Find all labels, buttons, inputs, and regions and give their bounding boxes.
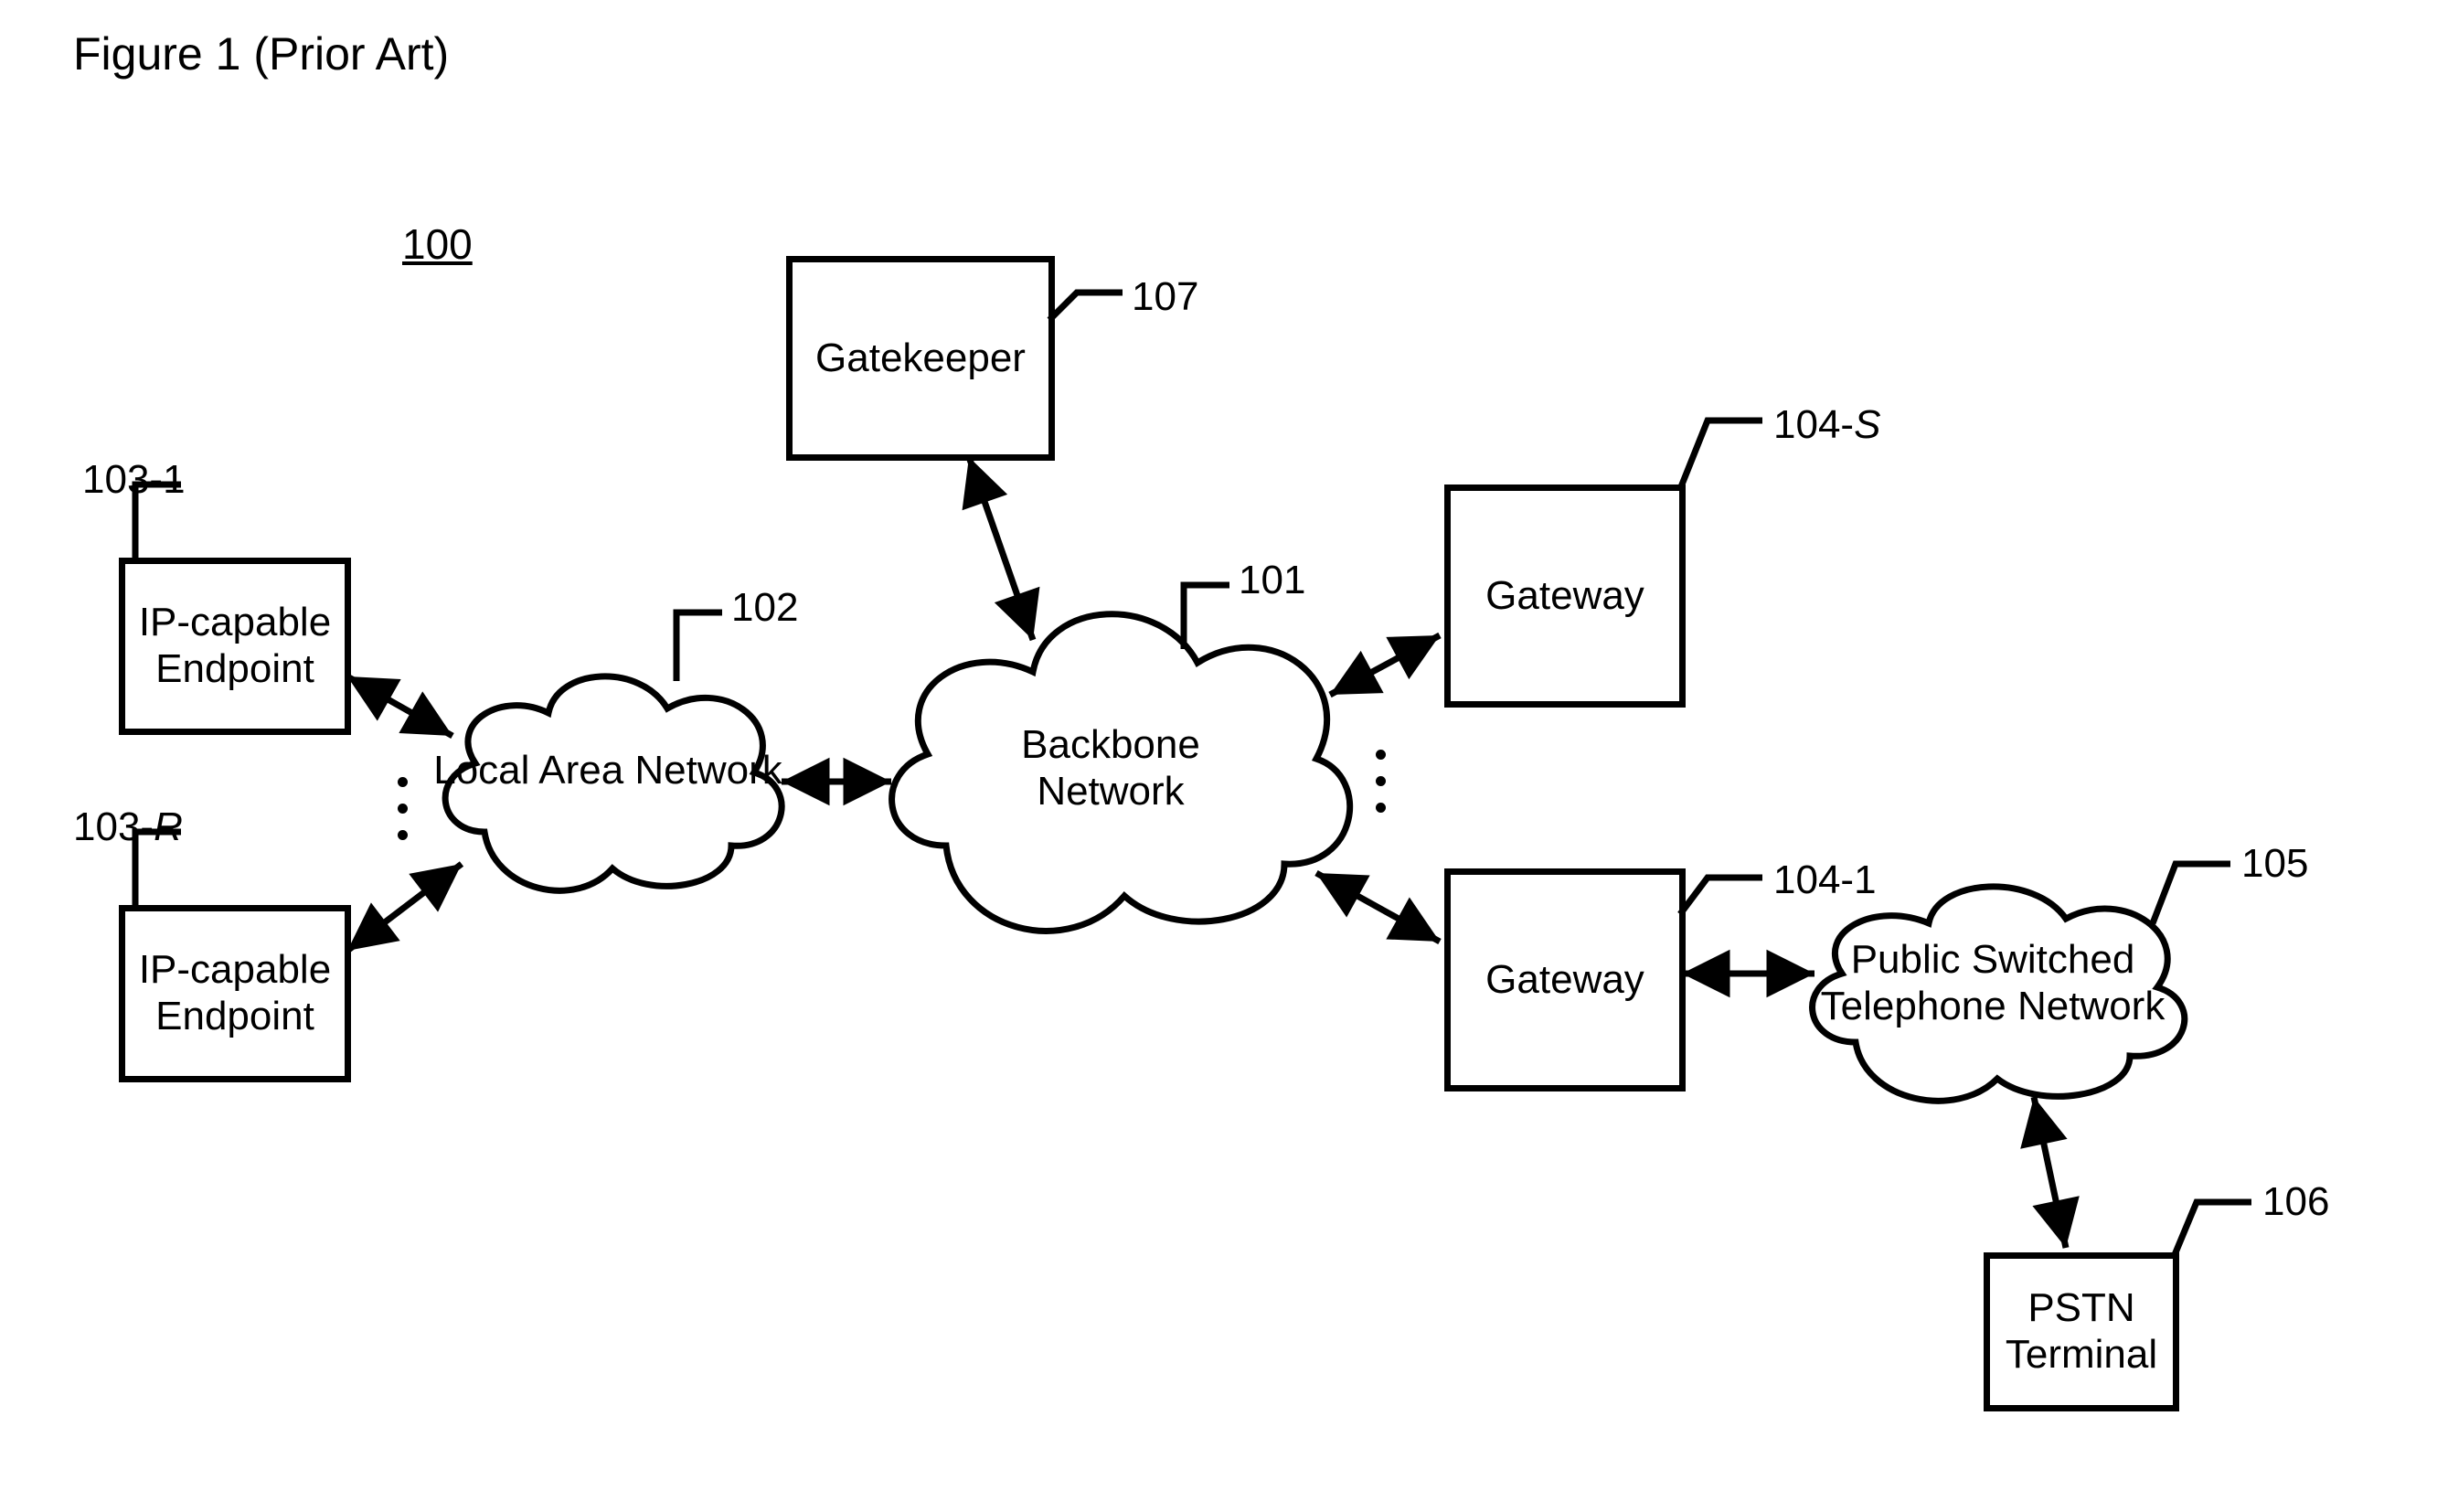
connectors [0,0,2437,1512]
